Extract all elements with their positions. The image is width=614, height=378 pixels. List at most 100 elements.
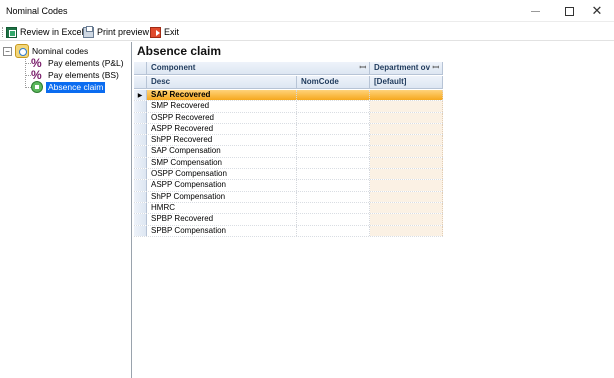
absence-claim-panel: Absence claim Component ꟷ Department ov … bbox=[133, 42, 614, 378]
column-header-default[interactable]: [Default] bbox=[370, 76, 443, 89]
cell-desc: ASPP Compensation bbox=[147, 180, 297, 191]
group-header-label: Department ov bbox=[374, 63, 431, 72]
panel-title: Absence claim bbox=[137, 44, 222, 58]
cell-nomcode[interactable] bbox=[297, 123, 370, 135]
row-indicator[interactable] bbox=[134, 112, 147, 123]
pin-icon[interactable]: ꟷ bbox=[359, 62, 366, 74]
group-header-component[interactable]: Component ꟷ bbox=[147, 62, 370, 75]
cell-department-default[interactable] bbox=[370, 146, 443, 157]
cell-desc: ASPP Recovered bbox=[147, 123, 297, 135]
cell-nomcode[interactable] bbox=[297, 101, 370, 112]
cell-desc: SMP Recovered bbox=[147, 101, 297, 112]
row-indicator[interactable] bbox=[134, 135, 147, 146]
cell-department-default[interactable] bbox=[370, 180, 443, 191]
cell-nomcode[interactable] bbox=[297, 112, 370, 123]
cell-desc: OSPP Compensation bbox=[147, 169, 297, 180]
table-row[interactable]: ASPP Compensation bbox=[134, 180, 443, 192]
print-preview-label: Print preview bbox=[97, 27, 150, 37]
window-title: Nominal Codes bbox=[6, 6, 68, 16]
cell-nomcode[interactable] bbox=[297, 157, 370, 169]
tree-node-pay-elements-pl[interactable]: % Pay elements (P&L) bbox=[31, 57, 124, 69]
current-row-indicator-icon[interactable]: ▶ bbox=[134, 90, 147, 101]
tree-connector bbox=[25, 56, 26, 88]
tree-node-nominal-codes[interactable]: − Nominal codes bbox=[3, 44, 89, 58]
print-preview-button[interactable]: Print preview bbox=[83, 25, 149, 39]
row-indicator[interactable] bbox=[134, 191, 147, 202]
minimize-button[interactable] bbox=[518, 0, 552, 22]
cell-desc: SMP Compensation bbox=[147, 157, 297, 169]
grid-corner bbox=[134, 62, 147, 75]
table-row[interactable]: ASPP Recovered bbox=[134, 123, 443, 136]
minimize-icon bbox=[530, 10, 540, 12]
table-row[interactable]: ShPP Compensation bbox=[134, 191, 443, 203]
tree-node-absence-claim[interactable]: Absence claim bbox=[31, 81, 106, 93]
tree-node-pay-elements-bs[interactable]: % Pay elements (BS) bbox=[31, 69, 119, 81]
cell-department-default[interactable] bbox=[370, 135, 443, 146]
maximize-icon bbox=[564, 6, 574, 16]
column-header-row: Desc NomCode [Default] bbox=[134, 76, 443, 89]
pin-icon[interactable]: ꟷ bbox=[432, 62, 439, 74]
grid-corner bbox=[134, 76, 147, 89]
row-indicator[interactable] bbox=[134, 123, 147, 135]
cell-nomcode[interactable] bbox=[297, 225, 370, 236]
percent-icon: % bbox=[31, 68, 42, 82]
exit-button[interactable]: Exit bbox=[150, 25, 179, 39]
exit-icon bbox=[150, 26, 161, 38]
collapse-icon[interactable]: − bbox=[3, 46, 12, 56]
group-header-row: Component ꟷ Department ov ꟷ bbox=[134, 62, 443, 75]
table-row[interactable]: OSPP Compensation bbox=[134, 169, 443, 181]
cell-nomcode[interactable] bbox=[297, 146, 370, 157]
tree-node-label: Pay elements (BS) bbox=[48, 69, 119, 80]
cell-department-default[interactable] bbox=[370, 123, 443, 135]
cell-desc: ShPP Compensation bbox=[147, 191, 297, 202]
close-icon: ✕ bbox=[591, 3, 603, 18]
cell-department-default[interactable] bbox=[370, 225, 443, 236]
cell-department-default[interactable] bbox=[370, 101, 443, 112]
cell-department-default[interactable] bbox=[370, 202, 443, 214]
cell-department-default[interactable] bbox=[370, 90, 443, 101]
cell-department-default[interactable] bbox=[370, 214, 443, 225]
cell-department-default[interactable] bbox=[370, 157, 443, 169]
toolbar: Review in Excel Print preview Exit bbox=[0, 23, 614, 41]
close-button[interactable]: ✕ bbox=[580, 0, 614, 22]
nominal-codes-icon bbox=[15, 44, 29, 58]
table-row[interactable]: SMP Recovered bbox=[134, 101, 443, 113]
row-indicator[interactable] bbox=[134, 225, 147, 236]
cell-desc: SPBP Compensation bbox=[147, 225, 297, 236]
table-row[interactable]: HMRC bbox=[134, 202, 443, 215]
table-row[interactable]: SPBP Compensation bbox=[134, 225, 443, 237]
table-row[interactable]: ShPP Recovered bbox=[134, 135, 443, 147]
row-indicator[interactable] bbox=[134, 180, 147, 191]
table-row[interactable]: ▶ SAP Recovered bbox=[134, 90, 443, 102]
print-preview-icon bbox=[83, 25, 94, 38]
cell-department-default[interactable] bbox=[370, 191, 443, 202]
cell-nomcode[interactable] bbox=[297, 202, 370, 214]
cell-nomcode[interactable] bbox=[297, 214, 370, 225]
row-indicator[interactable] bbox=[134, 101, 147, 112]
cell-desc: HMRC bbox=[147, 202, 297, 214]
cell-department-default[interactable] bbox=[370, 169, 443, 180]
row-indicator[interactable] bbox=[134, 157, 147, 169]
review-in-excel-button[interactable]: Review in Excel bbox=[6, 25, 84, 39]
row-indicator[interactable] bbox=[134, 202, 147, 214]
cell-nomcode[interactable] bbox=[297, 90, 370, 101]
row-indicator[interactable] bbox=[134, 214, 147, 225]
cell-department-default[interactable] bbox=[370, 112, 443, 123]
tree-node-label: Pay elements (P&L) bbox=[48, 57, 124, 68]
toolbar-grip[interactable] bbox=[2, 27, 4, 37]
cell-nomcode[interactable] bbox=[297, 169, 370, 180]
table-row[interactable]: SMP Compensation bbox=[134, 157, 443, 170]
column-header-desc[interactable]: Desc bbox=[147, 76, 297, 89]
grid-rows: ▶ SAP Recovered SMP Recovered OSPP Recovere… bbox=[134, 90, 443, 237]
row-indicator[interactable] bbox=[134, 146, 147, 157]
cell-nomcode[interactable] bbox=[297, 191, 370, 202]
column-header-nomcode[interactable]: NomCode bbox=[297, 76, 370, 89]
table-row[interactable]: OSPP Recovered bbox=[134, 112, 443, 124]
table-row[interactable]: SAP Compensation bbox=[134, 146, 443, 158]
table-row[interactable]: SPBP Recovered bbox=[134, 214, 443, 226]
group-header-department[interactable]: Department ov ꟷ bbox=[370, 62, 443, 75]
cell-nomcode[interactable] bbox=[297, 180, 370, 191]
cell-nomcode[interactable] bbox=[297, 135, 370, 146]
tree-node-label: Nominal codes bbox=[32, 45, 89, 56]
row-indicator[interactable] bbox=[134, 169, 147, 180]
